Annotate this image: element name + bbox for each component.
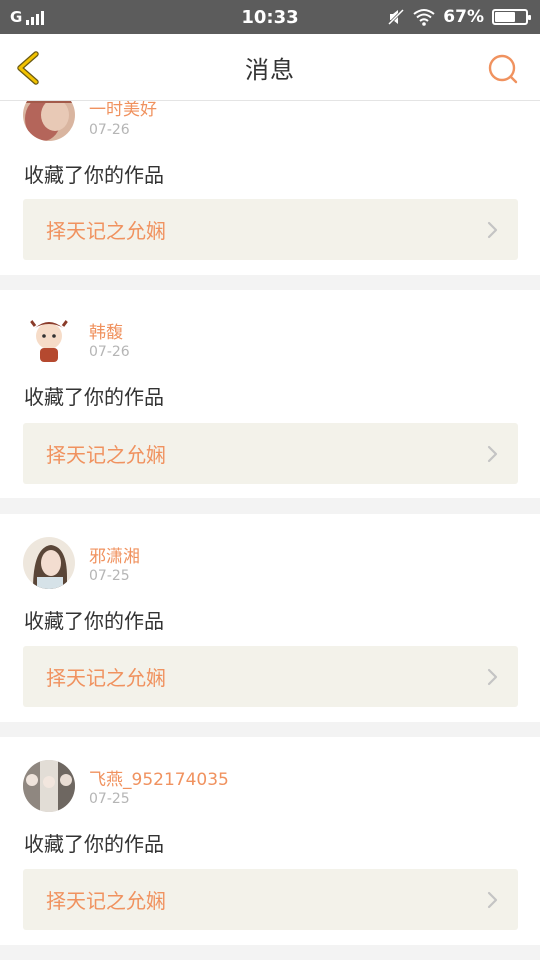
date: 07-26 — [89, 122, 130, 138]
message-list[interactable]: 一时美好 07-26 收藏了你的作品 择天记之允娴 韩馥 07-26 收藏了你的… — [0, 101, 540, 960]
wifi-icon — [413, 9, 435, 26]
status-right: 67% — [387, 7, 531, 27]
action-text: 收藏了你的作品 — [24, 609, 164, 633]
signal-icon — [26, 9, 45, 25]
chevron-left-icon[interactable] — [12, 48, 48, 88]
page-title: 消息 — [245, 55, 295, 84]
chevron-right-icon — [487, 668, 498, 686]
work-link[interactable]: 择天记之允娴 — [23, 423, 518, 484]
avatar[interactable] — [23, 101, 75, 141]
work-link[interactable]: 择天记之允娴 — [23, 646, 518, 707]
work-title: 择天记之允娴 — [46, 219, 166, 243]
search-icon[interactable] — [486, 52, 520, 86]
username[interactable]: 飞燕_952174035 — [89, 765, 229, 790]
work-title: 择天记之允娴 — [46, 443, 166, 467]
action-text: 收藏了你的作品 — [24, 832, 164, 856]
mute-icon — [388, 8, 405, 26]
action-text: 收藏了你的作品 — [24, 385, 164, 409]
list-item: 邪潇湘 07-25 收藏了你的作品 择天记之允娴 — [0, 514, 540, 722]
work-link[interactable]: 择天记之允娴 — [23, 199, 518, 260]
date: 07-26 — [89, 344, 130, 360]
chevron-right-icon — [487, 221, 498, 239]
battery-icon — [492, 9, 531, 25]
status-bar: G 10:33 67% — [0, 0, 540, 34]
avatar[interactable] — [23, 760, 75, 812]
action-text: 收藏了你的作品 — [24, 163, 164, 187]
avatar[interactable] — [23, 314, 75, 366]
username[interactable]: 邪潇湘 — [89, 542, 140, 567]
username[interactable]: 韩馥 — [89, 318, 123, 343]
work-title: 择天记之允娴 — [46, 889, 166, 913]
list-item: 韩馥 07-26 收藏了你的作品 择天记之允娴 — [0, 290, 540, 498]
username[interactable]: 一时美好 — [89, 101, 157, 120]
battery-percent: 67% — [443, 7, 484, 27]
status-left: G — [10, 8, 45, 26]
list-item: 飞燕_952174035 07-25 收藏了你的作品 择天记之允娴 — [0, 737, 540, 945]
carrier-label: G — [10, 8, 23, 26]
nav-header: 消息 — [0, 34, 540, 101]
avatar[interactable] — [23, 537, 75, 589]
list-item: 一时美好 07-26 收藏了你的作品 择天记之允娴 — [0, 101, 540, 275]
work-title: 择天记之允娴 — [46, 666, 166, 690]
chevron-right-icon — [487, 891, 498, 909]
avatar-image — [23, 760, 75, 812]
chevron-right-icon — [487, 445, 498, 463]
work-link[interactable]: 择天记之允娴 — [23, 869, 518, 930]
avatar-image — [23, 537, 75, 589]
date: 07-25 — [89, 568, 130, 584]
date: 07-25 — [89, 791, 130, 807]
avatar-image — [23, 314, 75, 366]
battery-fill — [495, 12, 516, 22]
avatar-image — [23, 101, 75, 141]
